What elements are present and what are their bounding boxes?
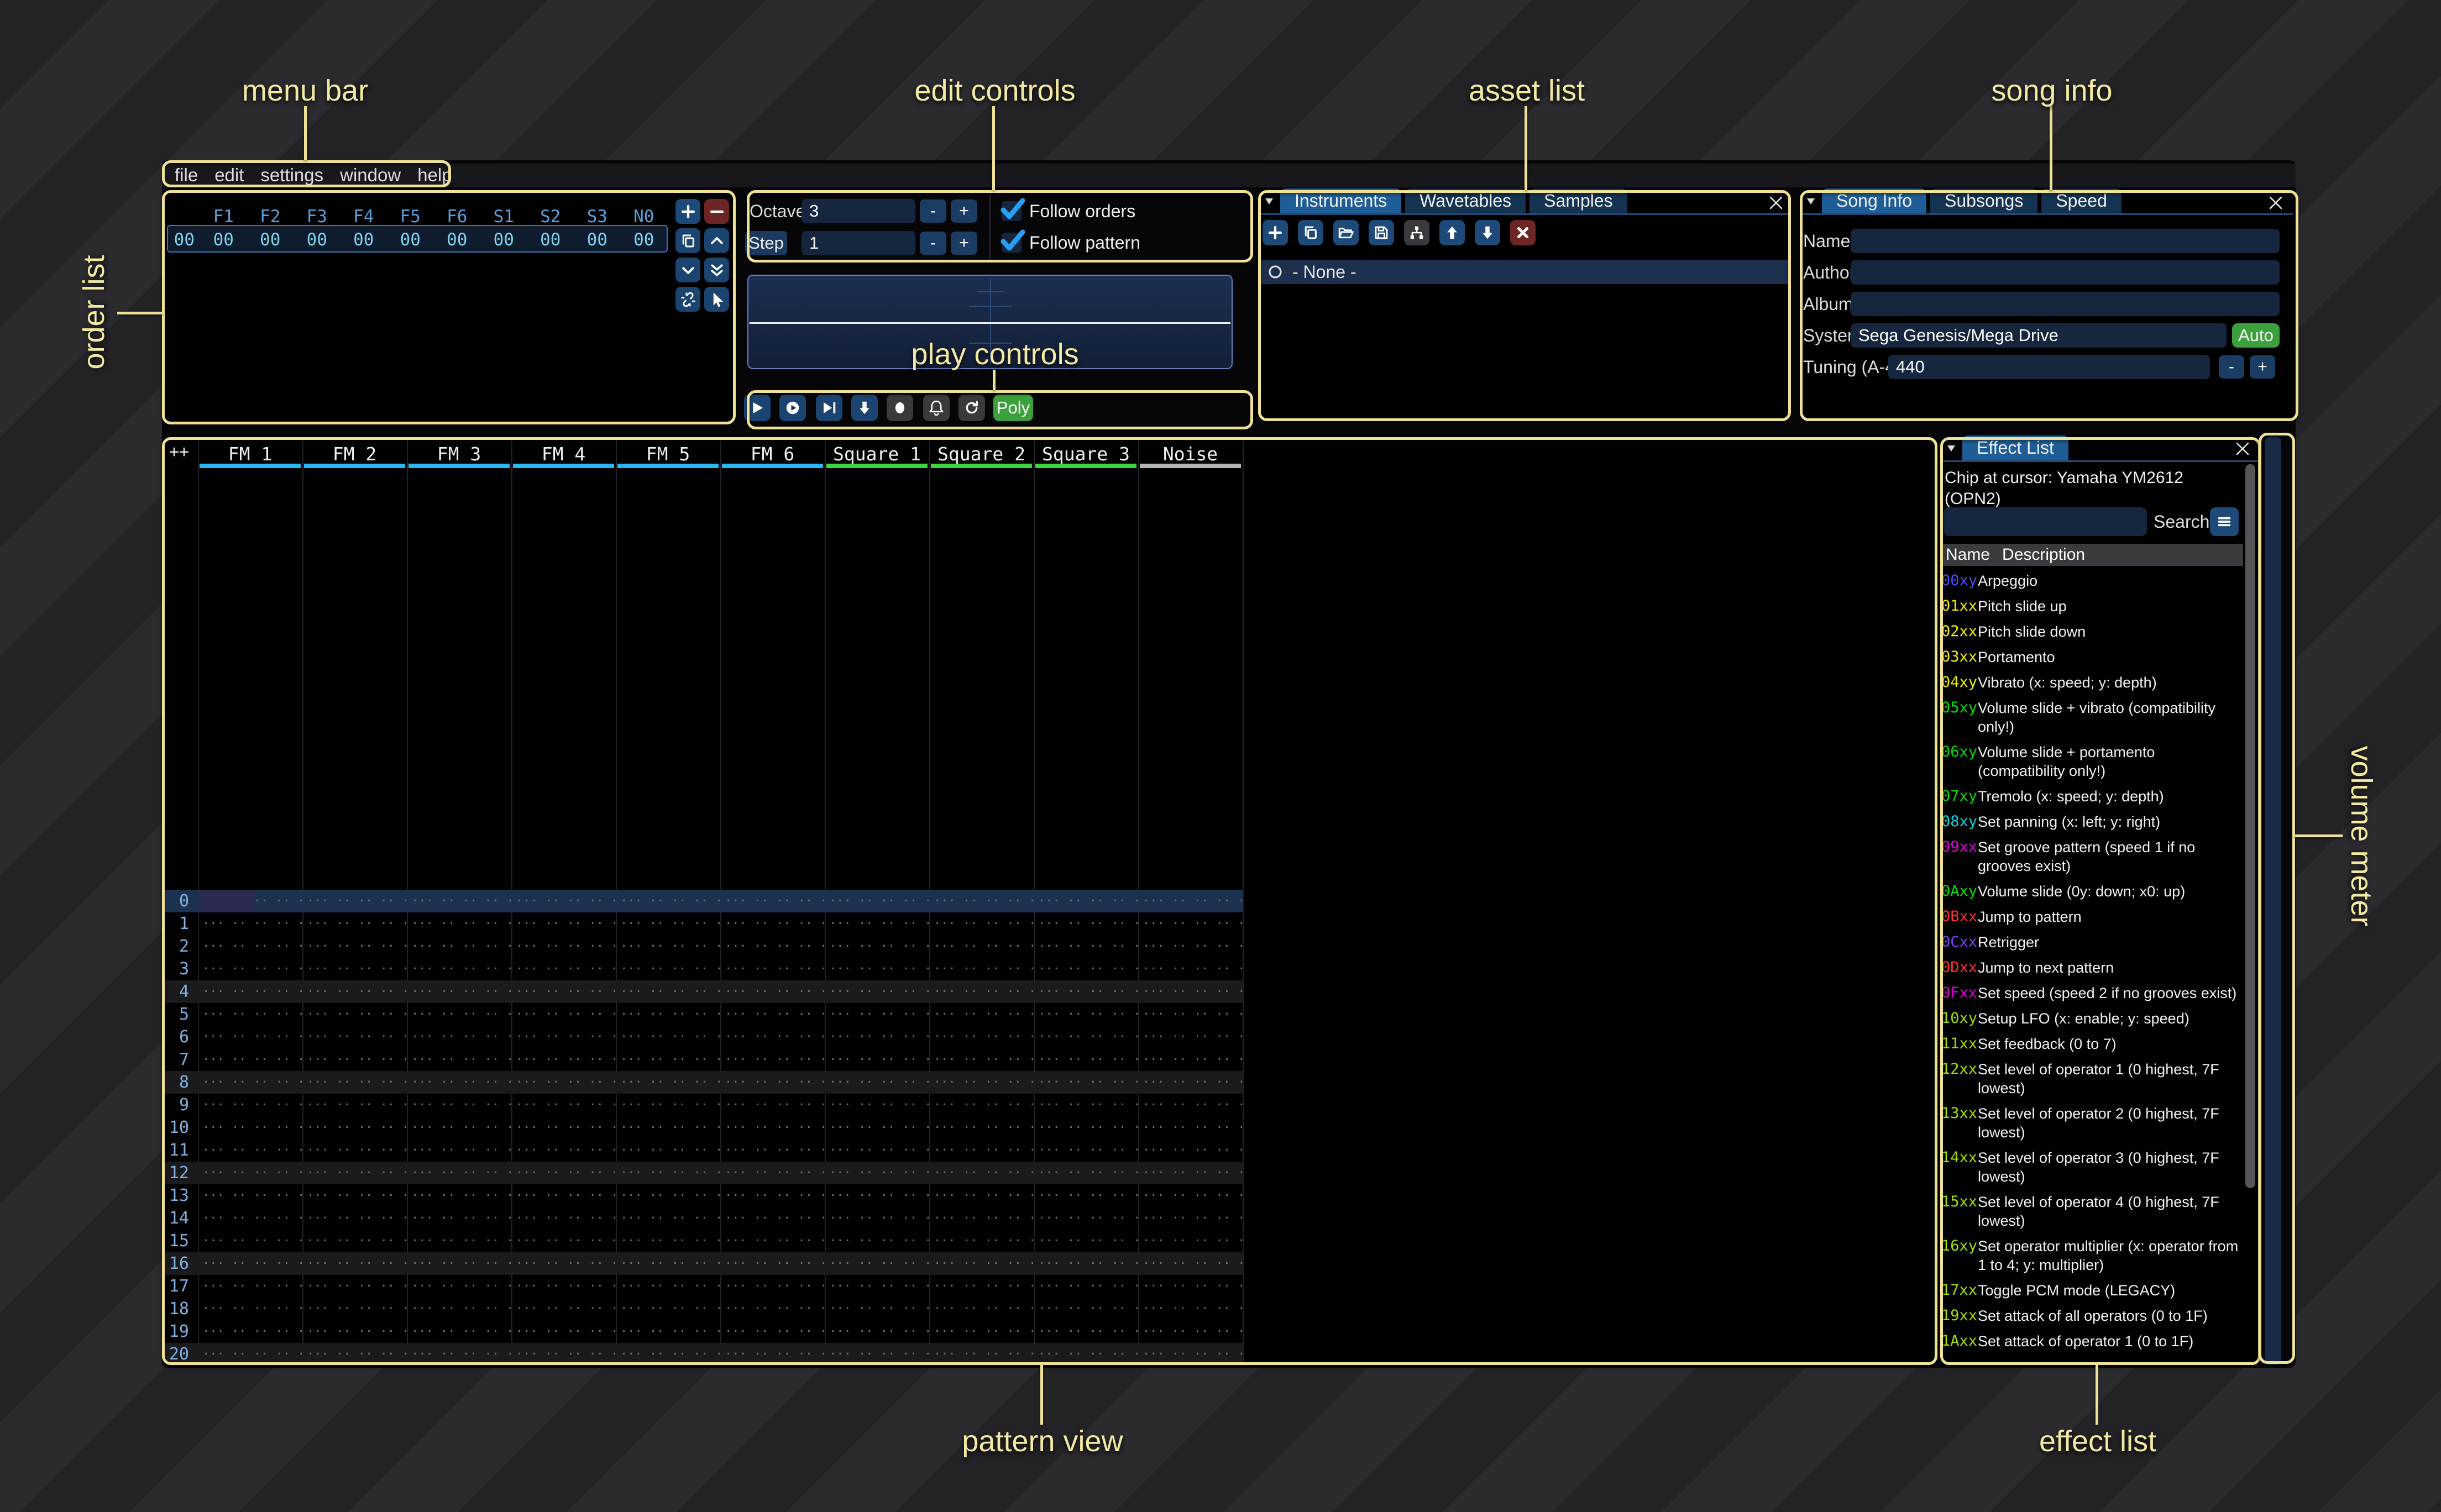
- edit-controls-callout-line: [992, 106, 995, 190]
- menu-bar-callout-line: [304, 106, 307, 160]
- asset-list-callout-line: [1525, 106, 1527, 190]
- play-controls-annotation: play controls: [911, 337, 1078, 371]
- asset-list-outline: [1258, 190, 1791, 421]
- menu-bar-annotation: menu bar: [242, 74, 368, 108]
- volume-meter-callout-line: [2295, 834, 2343, 837]
- song-info-outline: [1800, 190, 2298, 421]
- play-controls-outline: [747, 390, 1253, 429]
- pattern-view-annotation: pattern view: [962, 1424, 1123, 1458]
- effect-list-callout-line: [2096, 1365, 2098, 1425]
- play-controls-callout-line: [993, 370, 996, 390]
- menu-bar: fileeditsettingswindowhelp: [162, 164, 2296, 188]
- edit-controls-outline: [747, 190, 1253, 262]
- song-info-callout-line: [2050, 106, 2052, 190]
- oscilloscope-grid: [969, 306, 1012, 307]
- volume-meter-annotation: volume meter: [2344, 746, 2379, 926]
- order-list-callout-line: [117, 312, 162, 314]
- pattern-view-outline: [162, 437, 1937, 1365]
- order-list-outline: [162, 190, 736, 424]
- oscilloscope-waveform: [750, 322, 1230, 324]
- effect-list-outline: [1940, 437, 2261, 1365]
- song-info-annotation: song info: [1991, 74, 2112, 108]
- pattern-view-callout-line: [1040, 1365, 1043, 1425]
- effect-list-annotation: effect list: [2039, 1424, 2156, 1458]
- edit-controls-annotation: edit controls: [914, 74, 1075, 108]
- volume-meter-outline: [2259, 433, 2295, 1364]
- oscilloscope-grid: [977, 291, 1004, 292]
- menu-bar-outline: [162, 160, 451, 187]
- asset-list-annotation: asset list: [1469, 74, 1585, 108]
- order-list-annotation: order list: [77, 255, 111, 369]
